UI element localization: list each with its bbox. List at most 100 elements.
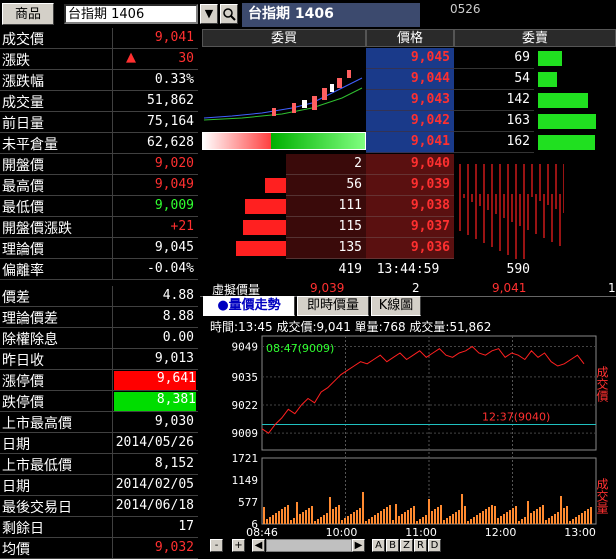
- bid-bar: [243, 220, 286, 235]
- product-tab[interactable]: 商品: [2, 3, 54, 25]
- quote-label: 昨日收: [2, 353, 44, 369]
- total-bid: 419: [338, 262, 362, 277]
- quote-row: 前日量 75,164: [0, 112, 198, 133]
- instrument-title: 台指期 1406: [242, 3, 420, 27]
- toolbar: 商品 台指期 1406 ▼ 台指期 1406 0526: [0, 0, 616, 27]
- chart-mode-button[interactable]: R: [414, 539, 427, 552]
- chart-mode-button[interactable]: B: [386, 539, 399, 552]
- bid-qty: 135: [286, 238, 366, 259]
- quote-value: 4.88: [162, 288, 194, 303]
- quote-label: 漲跌: [2, 53, 30, 69]
- bid-bar: [245, 199, 286, 214]
- bid-qty: 111: [286, 196, 366, 217]
- quote-row: 成交價 9,041: [0, 28, 198, 49]
- quote-row: 偏離率 -0.04%: [0, 259, 198, 280]
- chart-tab[interactable]: ●量價走勢: [203, 296, 295, 316]
- bid-price: 9,039: [366, 175, 454, 196]
- quote-label: 上市最低價: [2, 458, 72, 474]
- quote-value: 8,381: [114, 392, 196, 411]
- zoom-in-button[interactable]: +: [232, 539, 245, 552]
- quote-label: 漲停價: [2, 374, 44, 390]
- quote-value: 30: [178, 51, 194, 66]
- instrument-code: 0526: [450, 2, 481, 16]
- quote-label: 漲跌幅: [2, 74, 44, 90]
- mini-chart: [203, 70, 363, 121]
- x-tick: 12:00: [485, 526, 517, 539]
- ask-header: 委賣: [454, 29, 616, 47]
- bid-price: 9,036: [366, 238, 454, 259]
- chart-mode-button[interactable]: Z: [400, 539, 413, 552]
- dropdown-icon[interactable]: ▼: [200, 4, 218, 24]
- ask-qty: 69: [454, 48, 534, 69]
- bid-price: 9,037: [366, 217, 454, 238]
- quote-label: 偏離率: [2, 263, 44, 279]
- symbol-input[interactable]: 台指期 1406: [64, 4, 198, 24]
- x-tick: 08:46: [246, 526, 278, 539]
- total-ask: 590: [506, 262, 530, 277]
- quote-label: 跌停價: [2, 395, 44, 411]
- quote-value: 51,862: [147, 93, 194, 108]
- ask-price: 9,044: [366, 69, 454, 90]
- virtual-label: 虛擬價量: [212, 283, 261, 296]
- quote-label: 理論價差: [2, 311, 58, 327]
- quote-value: 9,041: [154, 30, 194, 45]
- x-tick: 11:00: [405, 526, 437, 539]
- quote-row: 日期 2014/02/05: [0, 475, 198, 496]
- quote-label: 最低價: [2, 200, 44, 216]
- quote-value: 0.33%: [154, 72, 194, 87]
- bid-price: 9,040: [366, 154, 454, 175]
- quote-label: 上市最高價: [2, 416, 72, 432]
- quote-row: 漲跌 30 ▲: [0, 49, 198, 70]
- scroll-left-button[interactable]: ◀: [252, 539, 265, 552]
- bid-qty: 115: [286, 217, 366, 238]
- ask-price: 9,045: [366, 48, 454, 69]
- up-arrow-icon: ▲: [126, 50, 136, 65]
- quote-label: 理論價: [2, 242, 44, 258]
- virtual-row: 虛擬價量 9,039 2 9,041 1: [202, 281, 616, 296]
- ask-qty: 162: [454, 132, 534, 153]
- x-tick: 13:00: [564, 526, 596, 539]
- quote-value: 0.00: [162, 330, 194, 345]
- tick-strip: [459, 164, 564, 259]
- price-tick: 9022: [232, 399, 259, 412]
- quote-row: 日期 2014/05/26: [0, 433, 198, 454]
- scroll-right-button[interactable]: ▶: [352, 539, 365, 552]
- bid-bar: [236, 241, 286, 256]
- price-header: 價格: [366, 29, 454, 47]
- ask-price: 9,043: [366, 90, 454, 111]
- quote-row: 跌停價 8,381: [0, 391, 198, 412]
- quote-value: 9,009: [154, 198, 194, 213]
- quote-row: 上市最低價 8,152: [0, 454, 198, 475]
- quote-row: 漲跌幅 0.33%: [0, 70, 198, 91]
- quote-row: 昨日收 9,013: [0, 349, 198, 370]
- quote-value: +21: [170, 219, 194, 234]
- zoom-out-button[interactable]: -: [210, 539, 223, 552]
- quote-value: 9,641: [114, 371, 196, 390]
- chart-tab[interactable]: 即時價量: [297, 296, 369, 316]
- ask-bar: [538, 51, 562, 66]
- quote-value: -0.04%: [147, 261, 194, 276]
- quote-value: 2014/06/18: [115, 498, 194, 513]
- quote-label: 最高價: [2, 179, 44, 195]
- quote-label: 日期: [2, 479, 30, 495]
- ask-qty: 54: [454, 69, 534, 90]
- chart-mode-button[interactable]: A: [372, 539, 385, 552]
- chart-tab[interactable]: K線圖: [371, 296, 421, 316]
- quote-label: 開盤價漲跌: [2, 221, 72, 237]
- ask-bar: [538, 93, 588, 108]
- vol-side-label: 成交量: [595, 478, 609, 514]
- max-note: 08:47(9009): [266, 342, 334, 355]
- search-icon[interactable]: [220, 4, 238, 24]
- quote-value: 8,152: [154, 456, 194, 471]
- quote-row: 成交量 51,862: [0, 91, 198, 112]
- quote-label: 除權除息: [2, 332, 58, 348]
- quote-label: 成交價: [2, 32, 44, 48]
- ask-bar: [538, 114, 596, 129]
- chart-mode-button[interactable]: D: [428, 539, 441, 552]
- price-tick: 9035: [232, 371, 259, 384]
- chart-scrollbar[interactable]: [266, 539, 352, 552]
- quote-label: 開盤價: [2, 158, 44, 174]
- quote-value: 9,049: [154, 177, 194, 192]
- min-note: 12:37(9040): [482, 411, 550, 424]
- ask-qty: 142: [454, 90, 534, 111]
